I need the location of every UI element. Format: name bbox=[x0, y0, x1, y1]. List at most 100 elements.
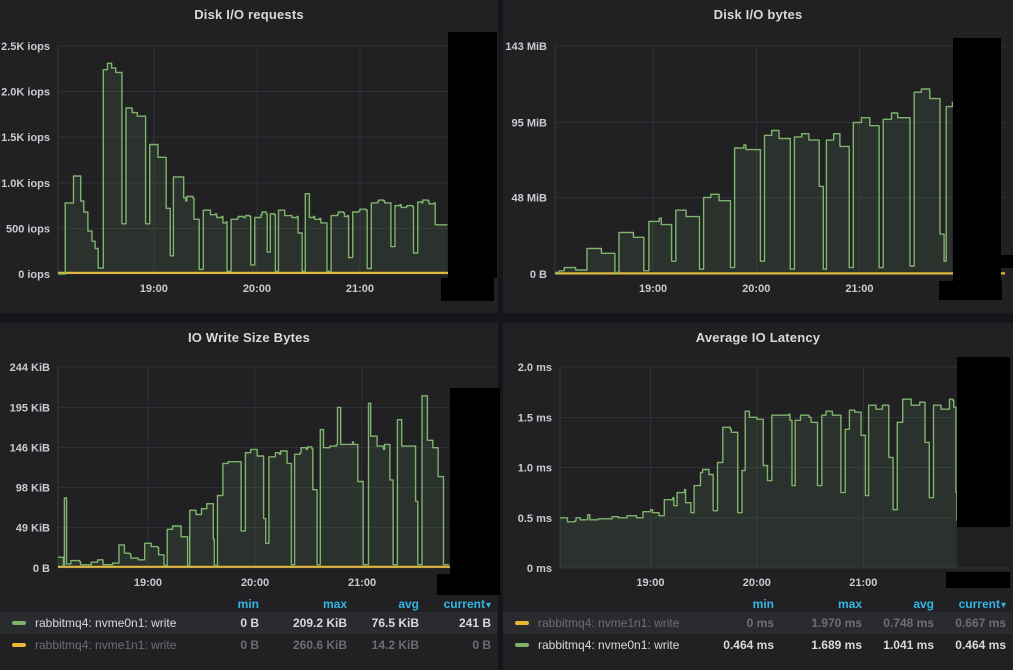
series-name: rabbitmq4: nvme1n1: write bbox=[538, 616, 708, 630]
legend-column-label: min bbox=[753, 597, 774, 611]
x-axis-tick-label: 20:00 bbox=[743, 577, 771, 589]
series-color-icon[interactable] bbox=[12, 621, 26, 625]
redaction-box bbox=[441, 278, 494, 301]
legend: minmaxavgcurrent▾rabbitmq4: nvme1n1: wri… bbox=[503, 596, 1012, 656]
legend-value-current: 241 B bbox=[419, 616, 491, 630]
legend-sort-current[interactable]: current▾ bbox=[934, 597, 1006, 611]
y-axis-tick-label: 195 KiB bbox=[10, 402, 50, 414]
x-axis-tick-label: 19:00 bbox=[134, 577, 162, 589]
y-axis-tick-label: 1.5 ms bbox=[518, 412, 552, 424]
legend-value-min: 0 ms bbox=[708, 616, 774, 630]
legend-value-current: 0.667 ms bbox=[934, 616, 1006, 630]
y-axis-tick-label: 1.0 ms bbox=[518, 463, 552, 475]
legend: minmaxavgcurrent▾rabbitmq4: nvme0n1: wri… bbox=[0, 596, 497, 656]
y-axis-tick-label: 95 MiB bbox=[512, 118, 548, 130]
series-name: rabbitmq4: nvme0n1: write bbox=[538, 638, 708, 652]
legend-value-max: 1.689 ms bbox=[774, 638, 862, 652]
x-axis-tick-label: 21:00 bbox=[849, 577, 877, 589]
legend-column-label: min bbox=[238, 597, 259, 611]
legend-sort-max[interactable]: max bbox=[259, 597, 347, 611]
legend-value-avg: 0.748 ms bbox=[862, 616, 934, 630]
legend-value-avg: 1.041 ms bbox=[862, 638, 934, 652]
series-color-icon[interactable] bbox=[515, 621, 529, 625]
series-area-fill bbox=[555, 89, 952, 274]
legend-header-row: minmaxavgcurrent▾ bbox=[0, 596, 497, 612]
legend-value-avg: 14.2 KiB bbox=[347, 638, 419, 652]
legend-value-max: 209.2 KiB bbox=[259, 616, 347, 630]
redaction-box bbox=[437, 574, 500, 595]
legend-row[interactable]: rabbitmq4: nvme1n1: write0 ms1.970 ms0.7… bbox=[503, 612, 1012, 634]
redaction-box bbox=[946, 572, 1010, 588]
series-area-fill bbox=[58, 63, 448, 274]
panel-disk-io-requests: Disk I/O requests 0 iops500 iops1.0K iop… bbox=[0, 0, 498, 313]
legend-row[interactable]: rabbitmq4: nvme0n1: write0.464 ms1.689 m… bbox=[503, 634, 1012, 656]
redaction-box bbox=[448, 32, 497, 278]
legend-value-min: 0.464 ms bbox=[708, 638, 774, 652]
y-axis-tick-label: 1.5K iops bbox=[1, 132, 50, 144]
legend-sort-max[interactable]: max bbox=[774, 597, 862, 611]
x-axis-tick-label: 19:00 bbox=[636, 577, 664, 589]
redaction-box bbox=[450, 388, 500, 575]
legend-value-max: 1.970 ms bbox=[774, 616, 862, 630]
y-axis-tick-label: 0 ms bbox=[527, 563, 552, 575]
y-axis-tick-label: 500 iops bbox=[6, 223, 50, 235]
legend-column-label: current bbox=[444, 597, 485, 611]
legend-value-avg: 76.5 KiB bbox=[347, 616, 419, 630]
panel-disk-io-bytes: Disk I/O bytes 0 B48 MiB95 MiB143 MiB19:… bbox=[503, 0, 1013, 313]
y-axis-tick-label: 2.0 ms bbox=[518, 362, 552, 374]
legend-column-label: max bbox=[323, 597, 347, 611]
legend-column-label: max bbox=[838, 597, 862, 611]
legend-sort-min[interactable]: min bbox=[193, 597, 259, 611]
legend-header-row: minmaxavgcurrent▾ bbox=[503, 596, 1012, 612]
legend-sort-avg[interactable]: avg bbox=[347, 597, 419, 611]
average-io-latency-chart[interactable]: 0 ms 0.5 ms 1.0 ms 1.5 ms 2.0 ms 19:00 20:00 21… bbox=[503, 323, 1013, 595]
legend-sort-current[interactable]: current▾ bbox=[419, 597, 491, 611]
y-axis-tick-label: 146 KiB bbox=[10, 443, 50, 455]
legend-column-label: avg bbox=[398, 597, 419, 611]
redaction-box bbox=[1001, 255, 1013, 268]
redaction-box bbox=[957, 357, 1010, 527]
legend-value-current: 0 B bbox=[419, 638, 491, 652]
series-area-fill bbox=[58, 396, 449, 568]
x-axis-tick-label: 20:00 bbox=[241, 577, 269, 589]
grafana-dashboard: Disk I/O requests 0 iops500 iops1.0K iop… bbox=[0, 0, 1013, 670]
series-name: rabbitmq4: nvme0n1: write bbox=[35, 616, 193, 630]
legend-value-max: 260.6 KiB bbox=[259, 638, 347, 652]
x-axis-tick-label: 21:00 bbox=[346, 283, 374, 295]
y-axis-tick-label: 1.0K iops bbox=[1, 178, 50, 190]
redaction-box bbox=[953, 38, 1001, 300]
y-axis-tick-label: 244 KiB bbox=[10, 362, 50, 374]
y-axis-tick-label: 98 KiB bbox=[16, 482, 50, 494]
y-axis-tick-label: 0 B bbox=[530, 269, 547, 281]
disk-io-requests-chart[interactable]: 0 iops500 iops1.0K iops1.5K iops2.0K iop… bbox=[0, 0, 498, 305]
legend-row[interactable]: rabbitmq4: nvme0n1: write0 B209.2 KiB76.… bbox=[0, 612, 497, 634]
x-axis-tick-label: 19:00 bbox=[639, 283, 667, 295]
x-axis-tick-label: 19:00 bbox=[140, 283, 168, 295]
y-axis-tick-label: 0 iops bbox=[18, 269, 50, 281]
y-axis-tick-label: 48 MiB bbox=[512, 192, 548, 204]
legend-row[interactable]: rabbitmq4: nvme1n1: write0 B260.6 KiB14.… bbox=[0, 634, 497, 656]
redaction-box bbox=[939, 281, 1002, 300]
legend-value-min: 0 B bbox=[193, 638, 259, 652]
x-axis-tick-label: 21:00 bbox=[845, 283, 873, 295]
legend-value-min: 0 B bbox=[193, 616, 259, 630]
legend-column-label: current bbox=[959, 597, 1000, 611]
legend-column-label: avg bbox=[913, 597, 934, 611]
x-axis-tick-label: 20:00 bbox=[742, 283, 770, 295]
x-axis-tick-label: 20:00 bbox=[243, 283, 271, 295]
y-axis-tick-label: 143 MiB bbox=[505, 41, 547, 53]
io-write-size-bytes-chart[interactable]: 0 B49 KiB98 KiB146 KiB195 KiB244 KiB19:0… bbox=[0, 323, 498, 595]
series-color-icon[interactable] bbox=[12, 643, 26, 647]
sort-caret-icon: ▾ bbox=[486, 600, 491, 611]
legend-sort-min[interactable]: min bbox=[708, 597, 774, 611]
y-axis-tick-label: 0 B bbox=[33, 563, 50, 575]
legend-sort-avg[interactable]: avg bbox=[862, 597, 934, 611]
sort-caret-icon: ▾ bbox=[1001, 600, 1006, 611]
y-axis-tick-label: 0.5 ms bbox=[518, 513, 552, 525]
y-axis-tick-label: 2.5K iops bbox=[1, 41, 50, 53]
legend-value-current: 0.464 ms bbox=[934, 638, 1006, 652]
disk-io-bytes-chart[interactable]: 0 B 48 MiB 95 MiB 143 MiB 19:00 20:00 21:00 bbox=[503, 0, 1013, 305]
series-color-icon[interactable] bbox=[515, 643, 529, 647]
panel-io-write-size-bytes: IO Write Size Bytes 0 B49 KiB98 KiB146 K… bbox=[0, 323, 498, 670]
series-name: rabbitmq4: nvme1n1: write bbox=[35, 638, 193, 652]
